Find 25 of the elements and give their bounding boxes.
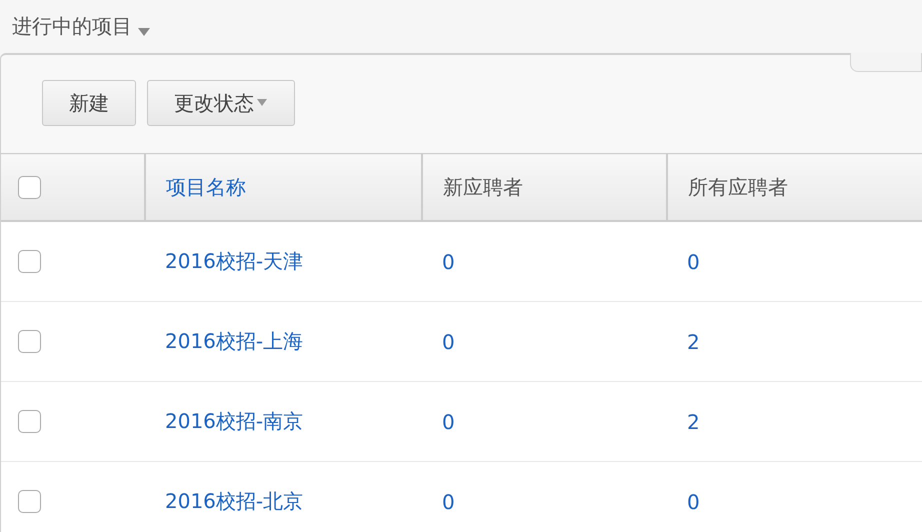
checkbox[interactable] <box>18 176 41 198</box>
count-link[interactable]: 0 <box>442 250 455 274</box>
caret-icon[interactable] <box>138 28 150 36</box>
checkbox[interactable] <box>18 410 41 433</box>
checkbox[interactable] <box>18 490 41 513</box>
checkbox[interactable] <box>18 330 41 353</box>
project-link[interactable]: 2016校招-南京 <box>165 409 304 433</box>
project-link[interactable]: 2016校招-北京 <box>165 489 304 513</box>
count-link[interactable]: 0 <box>687 250 700 274</box>
toolbar-button[interactable]: 新建 <box>42 80 136 126</box>
count-link[interactable]: 0 <box>442 330 455 354</box>
caret-icon <box>256 99 268 107</box>
toolbar-button[interactable]: 更改状态 <box>147 80 295 126</box>
checkbox[interactable] <box>18 250 41 273</box>
page-title[interactable]: 进行中的项目 <box>12 13 132 40</box>
project-link[interactable]: 2016校招-上海 <box>165 329 304 353</box>
project-link[interactable]: 2016校招-天津 <box>165 249 304 273</box>
column-header: 新应聘者 <box>443 174 523 198</box>
column-header[interactable]: 项目名称 <box>166 174 246 198</box>
column-header: 所有应聘者 <box>688 174 788 198</box>
count-link[interactable]: 2 <box>687 330 700 354</box>
count-link[interactable]: 0 <box>442 410 455 434</box>
count-link[interactable]: 0 <box>687 490 700 514</box>
count-link[interactable]: 2 <box>687 410 700 434</box>
count-link[interactable]: 0 <box>442 490 455 514</box>
